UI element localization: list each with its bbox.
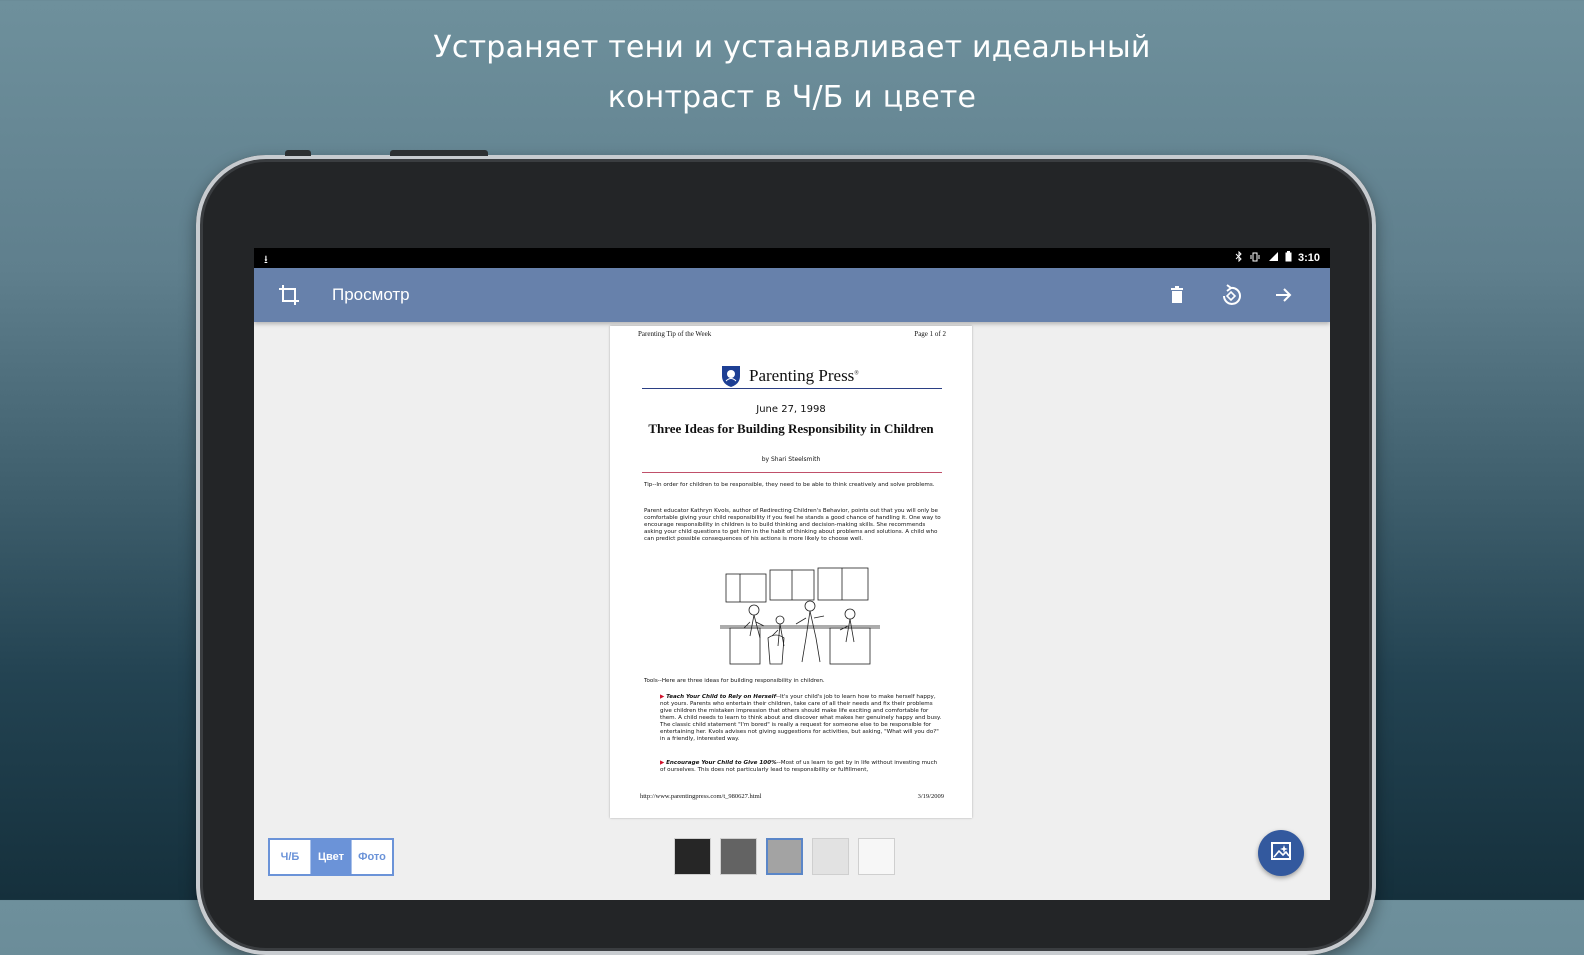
doc-header-left: Parenting Tip of the Week [638, 330, 712, 338]
mode-color-button[interactable]: Цвет [310, 840, 351, 874]
doc-byline: by Shari Steelsmith [761, 456, 821, 463]
parenting-press-logo-icon [720, 364, 742, 388]
bluetooth-icon [1235, 250, 1243, 265]
app-toolbar: Просмотр [254, 268, 1330, 322]
swatch-black[interactable] [674, 838, 711, 875]
swatch-gray[interactable] [766, 838, 803, 875]
arrow-forward-icon[interactable] [1270, 282, 1296, 308]
document-preview[interactable]: Parenting Tip of the Week Page 1 of 2 Pa… [610, 326, 972, 818]
promo-line-1: Устраняет тени и устанавливает идеальный [433, 30, 1151, 65]
doc-header-right: Page 1 of 2 [914, 330, 946, 338]
doc-tools: Tools--Here are three ideas for building… [644, 678, 825, 684]
swatch-white[interactable] [858, 838, 895, 875]
status-bar: ⭳ 3:10 [254, 248, 1330, 268]
device-screen: ⭳ 3:10 Просмотр Parenting Tip of the Wee… [254, 248, 1330, 900]
bullet-arrow-icon: ▶ [660, 694, 665, 700]
crop-icon[interactable] [276, 282, 302, 308]
tablet-volume-button [390, 150, 488, 156]
doc-headline: Three Ideas for Building Responsibility … [648, 421, 934, 436]
promo-line-2: контраст в Ч/Б и цвете [607, 80, 977, 115]
mode-photo-button[interactable]: Фото [351, 840, 392, 874]
illustration-image [720, 566, 880, 670]
bullet-arrow-icon: ▶ [660, 760, 665, 766]
doc-rule-blue [642, 388, 942, 389]
doc-para-1: Parent educator Kathryn Kvols, author of… [644, 508, 941, 542]
status-time: 3:10 [1297, 252, 1320, 264]
mode-bw-button[interactable]: Ч/Б [270, 840, 310, 874]
doc-item-2: ▶ Encourage Your Child to Give 100%--Mos… [660, 760, 938, 773]
image-enhance-icon [1270, 840, 1292, 867]
delete-icon[interactable] [1164, 282, 1190, 308]
swatch-light-gray[interactable] [812, 838, 849, 875]
toolbar-title: Просмотр [332, 285, 410, 304]
vibrate-icon [1249, 252, 1261, 265]
rotate-icon[interactable] [1218, 282, 1244, 308]
doc-tip: Tip--In order for children to be respons… [644, 482, 935, 488]
doc-footer-url: http://www.parentingpress.com/t_980627.h… [640, 793, 762, 800]
doc-brand: Parenting Press® [749, 366, 859, 385]
doc-item-1: ▶ Teach Your Child to Rely on Herself--I… [660, 694, 942, 742]
mode-selector: Ч/Б Цвет Фото [268, 838, 394, 876]
doc-rule-red [642, 472, 942, 473]
signal-3g-icon [1267, 251, 1279, 265]
swatch-dark-gray[interactable] [720, 838, 757, 875]
tablet-power-button [285, 150, 311, 156]
doc-footer-date: 3/19/2009 [917, 793, 944, 800]
doc-date: June 27, 1998 [756, 404, 826, 415]
battery-icon [1285, 251, 1292, 265]
enhance-fab-button[interactable] [1258, 830, 1304, 876]
